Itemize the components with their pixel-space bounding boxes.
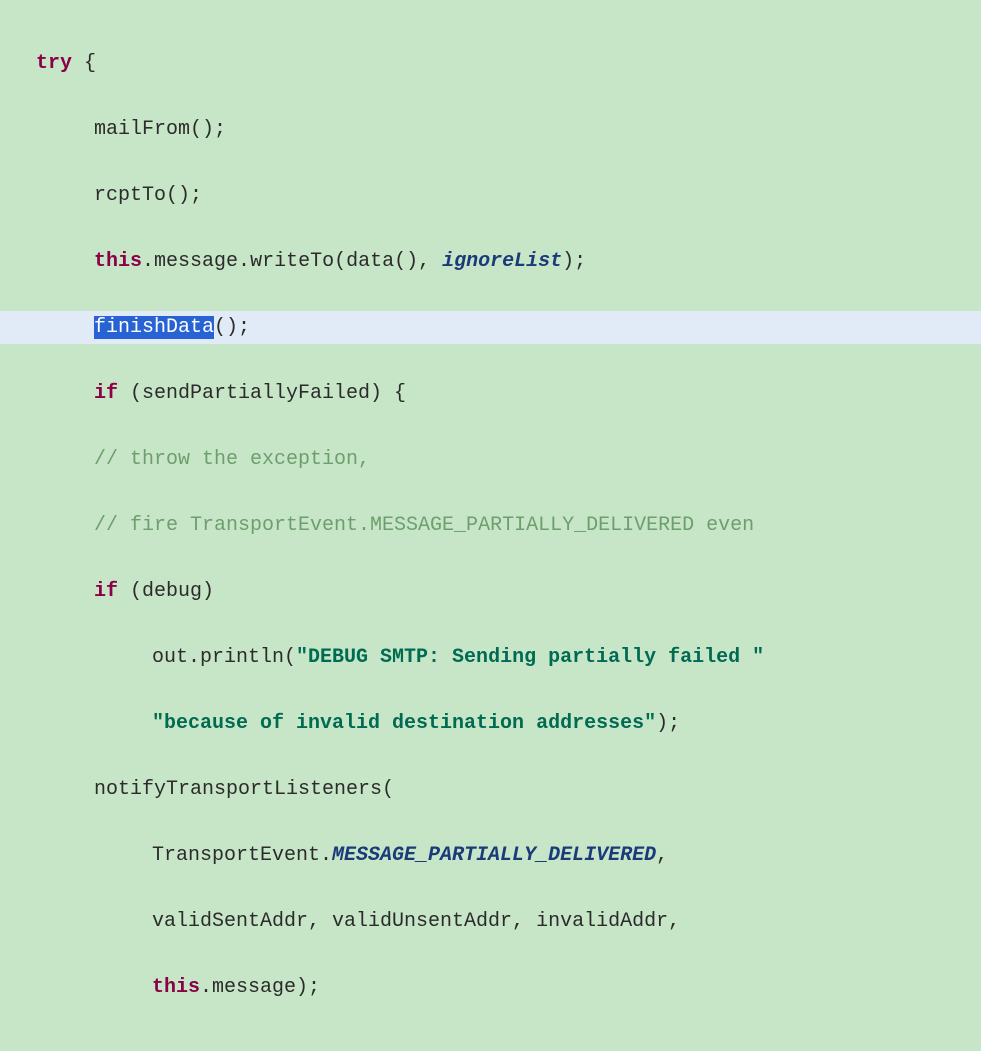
close-paren: );	[656, 712, 680, 735]
condition-debug: (debug)	[118, 580, 214, 603]
call-rcptto: rcptTo();	[94, 184, 202, 207]
transportevent: TransportEvent.	[152, 844, 332, 867]
code-line-12[interactable]: notifyTransportListeners(	[36, 773, 981, 806]
code-line-9[interactable]: if (debug)	[36, 575, 981, 608]
code-line-5-highlighted[interactable]: finishData();	[0, 311, 981, 344]
call-notify: notifyTransportListeners(	[94, 778, 394, 801]
code-line-6[interactable]: if (sendPartiallyFailed) {	[36, 377, 981, 410]
call-mailfrom: mailFrom();	[94, 118, 226, 141]
dot: .	[142, 250, 154, 273]
keyword-if: if	[94, 580, 118, 603]
comment-line: // throw the exception,	[94, 448, 370, 471]
code-line-7[interactable]: // throw the exception,	[36, 443, 981, 476]
const-partial-delivered: MESSAGE_PARTIALLY_DELIVERED	[332, 844, 656, 867]
code-editor[interactable]: try { mailFrom(); rcptTo(); this.message…	[0, 0, 981, 1051]
keyword-try: try	[36, 52, 72, 75]
keyword-this: this	[152, 976, 200, 999]
code-line-4[interactable]: this.message.writeTo(data(), ignoreList)…	[36, 245, 981, 278]
close-paren: );	[562, 250, 586, 273]
string-literal: "DEBUG SMTP: Sending partially failed "	[296, 646, 764, 669]
code-line-3[interactable]: rcptTo();	[36, 179, 981, 212]
prop-message-end: .message);	[200, 976, 320, 999]
code-line-8[interactable]: // fire TransportEvent.MESSAGE_PARTIALLY…	[36, 509, 981, 542]
code-line-10[interactable]: out.println("DEBUG SMTP: Sending partial…	[36, 641, 981, 674]
keyword-this: this	[94, 250, 142, 273]
code-line-13[interactable]: TransportEvent.MESSAGE_PARTIALLY_DELIVER…	[36, 839, 981, 872]
keyword-if: if	[94, 382, 118, 405]
brace-open: {	[72, 52, 96, 75]
comma: ,	[656, 844, 668, 867]
call-rest: ();	[214, 316, 250, 339]
code-line-2[interactable]: mailFrom();	[36, 113, 981, 146]
condition: (sendPartiallyFailed) {	[118, 382, 406, 405]
dot: .	[238, 250, 250, 273]
args-list: validSentAddr, validUnsentAddr, invalidA…	[152, 910, 680, 933]
code-line-14[interactable]: validSentAddr, validUnsentAddr, invalidA…	[36, 905, 981, 938]
prop-message: message	[154, 250, 238, 273]
code-line-11[interactable]: "because of invalid destination addresse…	[36, 707, 981, 740]
call-writeto: writeTo(data(),	[250, 250, 442, 273]
call-println: out.println(	[152, 646, 296, 669]
selection-finishdata[interactable]: finishData	[94, 316, 214, 339]
comment-line: // fire TransportEvent.MESSAGE_PARTIALLY…	[94, 514, 754, 537]
string-literal: "because of invalid destination addresse…	[152, 712, 656, 735]
param-ignorelist: ignoreList	[442, 250, 562, 273]
code-line-15[interactable]: this.message);	[36, 971, 981, 1004]
code-line-1[interactable]: try {	[36, 47, 981, 80]
